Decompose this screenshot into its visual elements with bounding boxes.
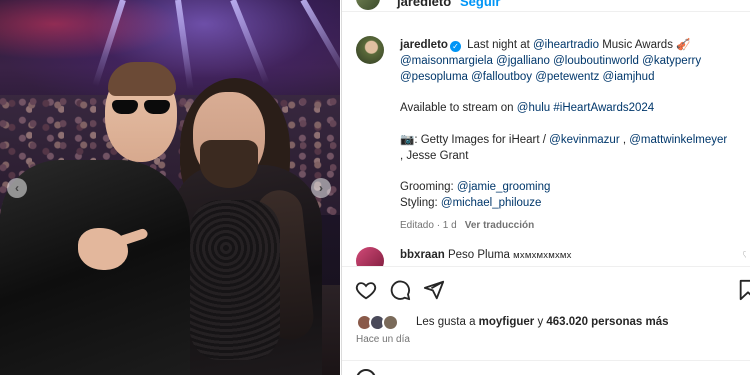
emoji-icon[interactable] bbox=[356, 369, 376, 375]
likes-count[interactable]: 463.020 personas más bbox=[546, 316, 668, 328]
hashtag-link[interactable]: #iHeartAwards2024 bbox=[553, 102, 654, 114]
person-left-hair bbox=[108, 62, 176, 96]
likes-text[interactable]: Les gusta a moyfiguer y 463.020 personas… bbox=[416, 316, 669, 328]
verified-badge-icon: ✓ bbox=[449, 41, 461, 52]
post-timestamp: Hace un día bbox=[356, 334, 410, 345]
lace-outfit bbox=[190, 200, 280, 360]
follow-button[interactable]: Seguir bbox=[460, 0, 500, 9]
mention-link[interactable]: @iheartradio bbox=[533, 39, 599, 51]
caption-line1: Last night at bbox=[467, 39, 533, 51]
credit-text: 📷: Getty Images for iHeart / bbox=[400, 133, 550, 146]
mention-link[interactable]: @mattwinkelmeyer bbox=[629, 134, 727, 146]
caption-text: jaredleto ✓ Last night at @iheartradio Mu… bbox=[400, 38, 745, 234]
likes-prefix: Les gusta a bbox=[416, 316, 479, 328]
comment-like-icon[interactable]: ♡ bbox=[742, 249, 746, 262]
mentions-line[interactable]: @maisonmargiela @jgalliano @louboutinwor… bbox=[400, 54, 745, 70]
avatar[interactable] bbox=[356, 247, 384, 267]
comment-text: bbxraan Peso Pluma ᴍxᴍxᴍxᴍxᴍx bbox=[400, 249, 572, 261]
avatar[interactable] bbox=[356, 36, 384, 64]
add-comment-bar[interactable] bbox=[342, 360, 750, 375]
credit-tail: , Jesse Grant bbox=[400, 149, 469, 162]
comment-icon[interactable] bbox=[389, 279, 411, 301]
post-header: jaredleto Seguir bbox=[342, 0, 750, 12]
stage-red-light bbox=[0, 0, 180, 60]
avatar bbox=[382, 314, 399, 331]
header-username[interactable]: jaredleto bbox=[397, 0, 451, 9]
post-actions bbox=[342, 266, 750, 312]
comment-body: Peso Pluma bbox=[447, 249, 510, 261]
mention-link[interactable]: @kevinmazur bbox=[549, 134, 619, 146]
mention-link[interactable]: @hulu bbox=[517, 102, 550, 114]
caption-line1-tail: Music Awards 🎻 bbox=[599, 39, 691, 51]
caption-meta: Editado · 1 d Ver traducción bbox=[400, 218, 745, 234]
styling-label: Styling: bbox=[400, 196, 441, 209]
likes-mid: y bbox=[534, 316, 547, 328]
send-icon[interactable] bbox=[423, 279, 445, 301]
pointing-hand bbox=[78, 228, 128, 270]
translate-link[interactable]: Ver traducción bbox=[465, 220, 534, 231]
likes-row: Les gusta a moyfiguer y 463.020 personas… bbox=[356, 312, 746, 334]
post-sidebar: jaredleto Seguir jaredleto ✓ Last night a… bbox=[341, 0, 750, 375]
comment-row: bbxraan Peso Pluma ᴍxᴍxᴍxᴍxᴍx ♡ bbox=[356, 245, 746, 267]
instagram-post-view: ‹ › jaredleto Seguir jaredleto ✓ Last nig… bbox=[0, 0, 750, 375]
post-photo[interactable]: ‹ › bbox=[0, 0, 340, 375]
grooming-label: Grooming: bbox=[400, 181, 457, 194]
sunglasses bbox=[112, 100, 172, 116]
heart-icon[interactable] bbox=[355, 279, 377, 301]
bookmark-icon[interactable] bbox=[737, 279, 750, 301]
mention-link[interactable]: @michael_philouze bbox=[441, 197, 542, 209]
chevron-right-icon[interactable]: › bbox=[311, 178, 331, 198]
mention-link[interactable]: @jamie_grooming bbox=[457, 181, 551, 193]
mentions-line[interactable]: @pesopluma @falloutboy @petewentz @iamjh… bbox=[400, 70, 745, 86]
comment-body-extra: ᴍxᴍxᴍxᴍxᴍx bbox=[513, 250, 572, 261]
chevron-left-icon[interactable]: ‹ bbox=[7, 178, 27, 198]
likes-user[interactable]: moyfiguer bbox=[479, 316, 535, 328]
credit-separator: , bbox=[619, 133, 630, 146]
caption-username[interactable]: jaredleto bbox=[400, 39, 448, 51]
edited-timestamp: Editado · 1 d bbox=[400, 219, 457, 231]
comment-username[interactable]: bbxraan bbox=[400, 249, 445, 261]
avatar[interactable] bbox=[356, 0, 380, 10]
stream-text: Available to stream on bbox=[400, 102, 517, 115]
person-right-beard bbox=[200, 140, 258, 188]
